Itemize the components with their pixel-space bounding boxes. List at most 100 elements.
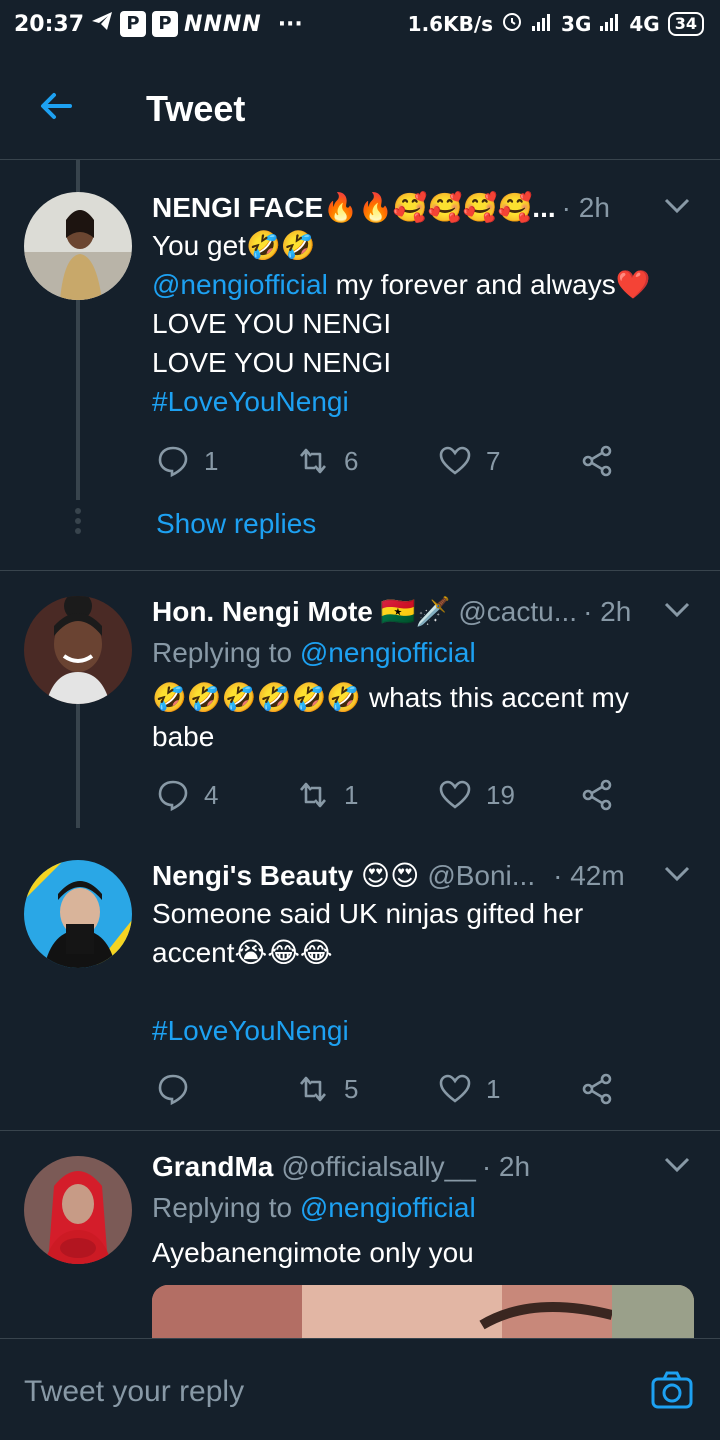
tweet-4: GrandMa @officialsally__ · 2h Replying t… <box>152 1149 692 1272</box>
retweet-icon <box>300 1076 326 1102</box>
reply-count: 4 <box>204 779 219 810</box>
replying-to: Replying to @nengiofficial <box>152 633 692 672</box>
author-name[interactable]: Hon. Nengi Mote 🇬🇭🗡️ <box>152 594 450 630</box>
avatar[interactable] <box>24 596 132 704</box>
thread-line <box>76 300 80 500</box>
author-handle: @Boni... <box>427 860 536 891</box>
retweet-count: 5 <box>344 1073 359 1104</box>
author-name[interactable]: GrandMa <box>152 1149 273 1185</box>
mention-link[interactable]: @nengiofficial <box>152 269 328 300</box>
battery-indicator: 34 <box>667 12 704 36</box>
retweet-icon <box>300 782 326 808</box>
reply-icon <box>158 780 188 812</box>
tweet-line: 🤣🤣🤣🤣🤣🤣 whats this accent my <box>152 682 629 713</box>
page-title: Tweet <box>146 88 246 129</box>
tweet-line: You get🤣🤣 <box>152 230 316 261</box>
chevron-down-icon[interactable] <box>662 598 692 622</box>
show-replies-link[interactable]: Show replies <box>156 508 316 540</box>
retweet-icon <box>300 448 326 474</box>
share-button[interactable] <box>580 778 614 812</box>
avatar[interactable] <box>24 860 132 968</box>
author-name[interactable]: Nengi's Beauty 😍😍 <box>152 858 419 894</box>
retweet-button[interactable]: 5 <box>296 1072 358 1106</box>
mention-link[interactable]: @nengiofficial <box>300 1192 476 1223</box>
share-button[interactable] <box>580 444 614 478</box>
p-app-icon-2: P <box>152 11 179 37</box>
replying-to-label: Replying to <box>152 637 293 668</box>
thread-dots <box>74 508 82 538</box>
chevron-down-icon[interactable] <box>662 1153 692 1177</box>
like-button[interactable]: 7 <box>438 444 500 478</box>
tweet-line: accent😭😂😂 <box>152 937 333 968</box>
share-icon <box>582 1073 612 1105</box>
tweet-line: @nengiofficial my forever and always❤️ <box>152 265 692 304</box>
tweet-line: Someone said UK ninjas gifted her <box>152 898 584 929</box>
p-app-icon: P <box>120 11 147 37</box>
like-count: 7 <box>486 445 501 476</box>
signal-icon <box>531 12 553 37</box>
tweet-1: NENGI FACE🔥🔥🥰🥰🥰🥰... · 2h You get🤣🤣 @neng… <box>152 190 692 421</box>
tweet-time: · 2h <box>561 192 610 223</box>
chevron-down-icon[interactable] <box>662 862 692 886</box>
divider <box>0 1130 720 1131</box>
top-app-bar: Tweet <box>0 52 720 160</box>
tweet-time: · 2h <box>583 596 632 627</box>
author-handle: @officialsally__ <box>281 1151 476 1182</box>
like-count: 1 <box>486 1073 501 1104</box>
tweet-line: LOVE YOU NENGI <box>152 308 392 339</box>
network-3g: 3G <box>561 12 592 36</box>
avatar[interactable] <box>24 192 132 300</box>
retweet-button[interactable]: 1 <box>296 778 358 812</box>
replying-to-label: Replying to <box>152 1192 293 1223</box>
heart-icon <box>439 446 471 475</box>
tweet-time: · 42m <box>553 860 625 891</box>
reply-count: 1 <box>204 445 219 476</box>
heart-icon <box>439 780 471 809</box>
camera-icon[interactable] <box>650 1369 694 1413</box>
author-handle: @cactu... <box>458 596 578 627</box>
tweet-media-image[interactable] <box>152 1285 694 1345</box>
retweet-button[interactable]: 6 <box>296 444 358 478</box>
reply-input[interactable]: Tweet your reply <box>24 1375 244 1409</box>
status-time: 20:37 <box>14 11 85 37</box>
reply-bar: Tweet your reply <box>0 1338 720 1440</box>
chevron-down-icon[interactable] <box>662 194 692 218</box>
tweet-line: Ayebanengimote only you <box>152 1237 474 1268</box>
retweet-count: 6 <box>344 445 359 476</box>
heart-icon <box>439 1074 471 1103</box>
author-name[interactable]: NENGI FACE🔥🔥🥰🥰🥰🥰... <box>152 190 556 226</box>
reply-button[interactable]: 4 <box>156 778 218 812</box>
hashtag-link[interactable]: #LoveYouNengi <box>152 1011 692 1050</box>
like-button[interactable]: 1 <box>438 1072 500 1106</box>
like-button[interactable]: 19 <box>438 778 515 812</box>
network-4g: 4G <box>629 12 660 36</box>
thread-line <box>76 160 80 192</box>
retweet-count: 1 <box>344 779 359 810</box>
reply-icon <box>158 1074 188 1106</box>
mention-link[interactable]: @nengiofficial <box>300 637 476 668</box>
reply-button[interactable] <box>156 1072 204 1106</box>
tweet-line: babe <box>152 721 215 752</box>
tweet-time: · 2h <box>481 1151 531 1182</box>
notification-letters: NNNN <box>184 11 262 37</box>
divider <box>0 570 720 571</box>
share-icon <box>582 445 612 477</box>
like-count: 19 <box>486 779 515 810</box>
status-bar: 20:37 P P NNNN ··· 1.6KB/s 3G 4G 34 <box>0 0 720 52</box>
reply-icon <box>158 446 188 478</box>
reply-button[interactable]: 1 <box>156 444 218 478</box>
tweet-line: LOVE YOU NENGI <box>152 347 392 378</box>
hashtag-link[interactable]: #LoveYouNengi <box>152 382 692 421</box>
share-button[interactable] <box>580 1072 614 1106</box>
more-notifications: ··· <box>277 11 303 37</box>
replying-to: Replying to @nengiofficial <box>152 1188 692 1227</box>
avatar[interactable] <box>24 1156 132 1264</box>
tweet-line-text: my forever and always❤️ <box>335 269 651 300</box>
tweet-2: Hon. Nengi Mote 🇬🇭🗡️ @cactu... · 2h Repl… <box>152 594 692 756</box>
alarm-icon <box>501 10 523 38</box>
network-speed: 1.6KB/s <box>407 12 494 36</box>
share-icon <box>582 779 612 811</box>
arrow-left-icon[interactable] <box>36 86 76 126</box>
tweet-3: Nengi's Beauty 😍😍 @Boni... · 42m Someone… <box>152 858 692 1050</box>
